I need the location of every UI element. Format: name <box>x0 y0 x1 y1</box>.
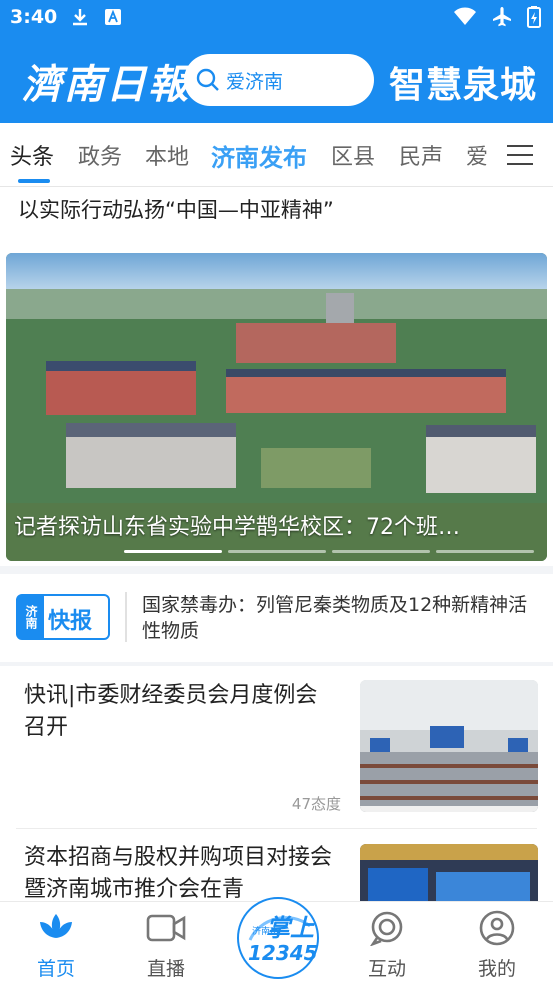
smart-quancheng-brand[interactable]: 智慧泉城 <box>389 56 537 108</box>
carousel-dot <box>436 550 534 553</box>
carousel-dot <box>228 550 326 553</box>
nav-home-label: 首页 <box>36 958 75 980</box>
news-thumbnail[interactable] <box>360 844 538 901</box>
news-divider <box>16 828 537 829</box>
tab-districts[interactable]: 区县 <box>331 139 375 171</box>
status-time: 3:40 <box>10 6 58 28</box>
nav-interaction-label: 互动 <box>367 958 406 980</box>
download-icon <box>73 9 87 26</box>
news-item[interactable]: 资本招商与股权并购项目对接会暨济南城市推介会在青 <box>0 830 553 901</box>
flash-divider <box>125 592 127 642</box>
flash-news-bar[interactable]: 济南 快报 国家禁毒办：列管尼秦类物质及12种新精神活性物质 <box>0 574 553 662</box>
active-tab-indicator <box>18 179 50 183</box>
news-title[interactable]: 快讯|市委财经委员会月度例会召开 <box>24 680 339 744</box>
logo-top-text: 掌上 <box>266 914 315 942</box>
status-bar: 3:40 <box>0 0 553 36</box>
carousel-dot <box>332 550 430 553</box>
tab-public-voice[interactable]: 民声 <box>399 139 443 171</box>
channel-tabs: 头条 政务 本地 济南发布 区县 民声 爱 <box>0 123 553 187</box>
app-header: 濟南日報 爱济南 智慧泉城 <box>0 36 553 123</box>
tab-jinan-release[interactable]: 济南发布 <box>211 138 307 173</box>
status-left-icons <box>70 7 122 27</box>
tab-headline[interactable]: 头条 <box>10 139 54 171</box>
banner-carousel[interactable]: 记者探访山东省实验中学鹊华校区：72个班… <box>6 253 547 561</box>
nav-interaction[interactable]: 互动 <box>347 910 427 981</box>
battery-icon <box>527 6 541 28</box>
top-headline[interactable]: 以实际行动弘扬“中国—中亚精神” <box>18 194 334 224</box>
tab-local[interactable]: 本地 <box>145 139 189 171</box>
news-item[interactable]: 快讯|市委财经委员会月度例会召开 47态度 <box>0 666 553 829</box>
wifi-icon <box>454 7 476 25</box>
search-input[interactable]: 爱济南 <box>226 67 283 94</box>
app-store-icon <box>105 9 121 25</box>
tab-love[interactable]: 爱 <box>466 139 488 171</box>
user-icon <box>479 910 515 946</box>
conference-stage-photo <box>360 844 538 901</box>
search-icon <box>196 68 219 91</box>
menu-icon[interactable] <box>507 145 533 165</box>
meeting-hall-photo <box>360 680 538 812</box>
jinan-daily-logo: 濟南日報 <box>22 61 190 108</box>
chat-icon <box>369 911 403 947</box>
lotus-icon <box>40 914 72 938</box>
nav-live-label: 直播 <box>146 958 185 980</box>
news-meta: 47态度 <box>291 795 341 813</box>
nav-live[interactable]: 直播 <box>126 910 206 981</box>
zhangshang-12345-logo[interactable]: 济南市 掌上 12345 <box>236 896 320 980</box>
flash-news-text[interactable]: 国家禁毒办：列管尼秦类物质及12种新精神活性物质 <box>142 592 537 644</box>
airplane-icon <box>493 7 511 27</box>
bottom-navigation: 首页 直播 济南市 掌上 12345 互动 我的 <box>0 897 553 983</box>
logo-bottom-text: 12345 <box>248 941 318 965</box>
carousel-indicator <box>124 550 534 553</box>
jinan-flash-logo: 济南 快报 <box>16 594 110 640</box>
banner-caption: 记者探访山东省实验中学鹊华校区：72个班… <box>14 515 460 540</box>
nav-profile-label: 我的 <box>477 958 516 980</box>
section-gap <box>0 566 553 574</box>
video-icon <box>146 914 186 942</box>
tab-government[interactable]: 政务 <box>78 139 122 171</box>
news-title[interactable]: 资本招商与股权并购项目对接会暨济南城市推介会在青 <box>24 842 339 901</box>
search-box[interactable]: 爱济南 <box>184 54 374 106</box>
carousel-dot <box>124 550 222 553</box>
nav-home[interactable]: 首页 <box>16 910 96 981</box>
news-thumbnail[interactable] <box>360 680 538 812</box>
nav-profile[interactable]: 我的 <box>457 910 537 981</box>
status-right-icons <box>453 6 541 28</box>
